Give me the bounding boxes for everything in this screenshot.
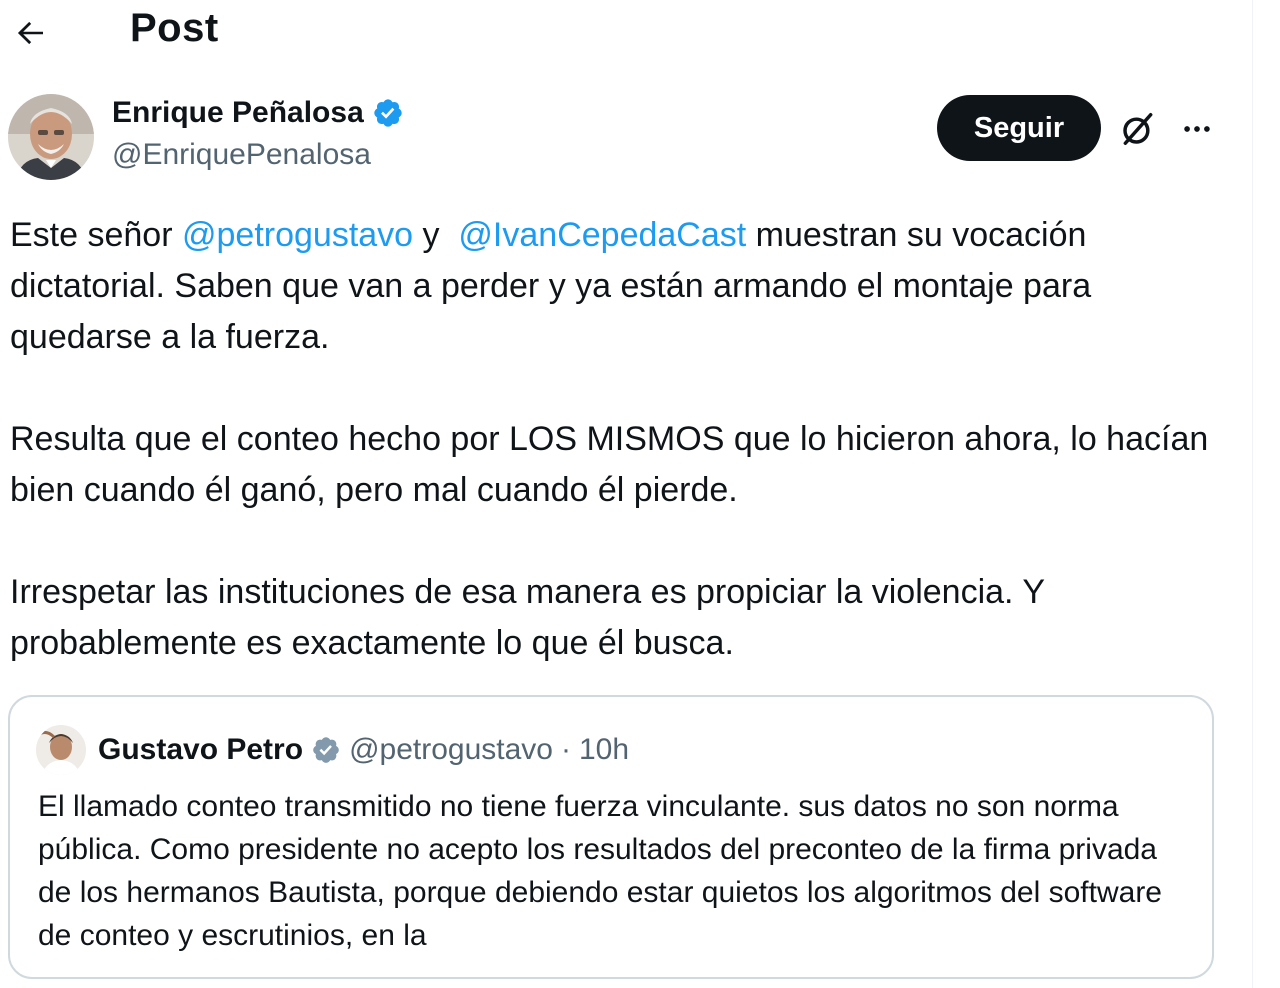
follow-button[interactable]: Seguir bbox=[937, 95, 1101, 161]
column-divider bbox=[1252, 0, 1253, 988]
back-button[interactable] bbox=[10, 12, 52, 54]
more-options-button[interactable] bbox=[1174, 106, 1220, 152]
tweet-text-segment: Este señor bbox=[10, 216, 182, 254]
post-header: Post bbox=[0, 0, 1250, 62]
author-name[interactable]: Enrique Peñalosa bbox=[112, 96, 364, 130]
author-name-row: Enrique Peñalosa bbox=[112, 96, 404, 130]
quoted-post-header: Gustavo Petro @petrogustavo · 10h bbox=[36, 725, 629, 775]
quoted-author-avatar[interactable] bbox=[36, 725, 86, 775]
mention-link[interactable]: @petrogustavo bbox=[182, 216, 413, 254]
tweet-paragraph-1: Este señor @petrogustavo y @IvanCepedaCa… bbox=[10, 210, 1235, 363]
tweet-paragraph-3: Irrespetar las instituciones de esa mane… bbox=[10, 573, 1045, 662]
quoted-author-name: Gustavo Petro bbox=[98, 733, 304, 766]
avatar-image bbox=[36, 725, 86, 775]
tweet-paragraph-2: Resulta que el conteo hecho por LOS MISM… bbox=[10, 420, 1209, 509]
author-handle[interactable]: @EnriquePenalosa bbox=[112, 138, 371, 172]
meta-separator: · bbox=[560, 733, 571, 766]
author-avatar[interactable] bbox=[8, 94, 94, 180]
quoted-post-time: 10h bbox=[578, 733, 630, 766]
verified-badge-icon[interactable] bbox=[372, 97, 404, 129]
quoted-post-card[interactable]: Gustavo Petro @petrogustavo · 10h El lla… bbox=[8, 695, 1214, 979]
quoted-author-handle: @petrogustavo bbox=[349, 733, 553, 766]
verified-badge-icon bbox=[313, 737, 339, 763]
more-dots-icon bbox=[1184, 126, 1210, 132]
page-title: Post bbox=[130, 6, 219, 50]
avatar-image bbox=[8, 94, 94, 180]
arrow-left-icon bbox=[17, 21, 43, 45]
grok-icon bbox=[1123, 113, 1153, 145]
tweet-text-segment: y bbox=[413, 216, 459, 254]
tweet-text: Este señor @petrogustavo y @IvanCepedaCa… bbox=[10, 210, 1235, 720]
quoted-post-text: El llamado conteo transmitido no tiene f… bbox=[38, 790, 1162, 952]
mention-link[interactable]: @IvanCepedaCast bbox=[458, 216, 746, 254]
grok-button[interactable] bbox=[1114, 106, 1162, 152]
